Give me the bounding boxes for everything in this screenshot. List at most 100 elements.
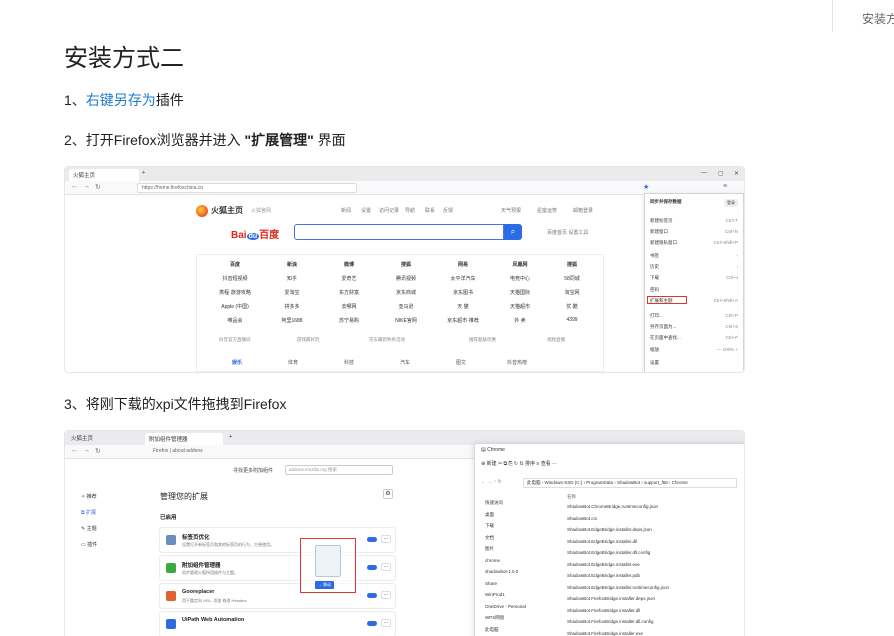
menu-item-label: 密码	[650, 287, 659, 292]
menu-item-shortcut: Ctrl+Shift+A	[713, 298, 738, 303]
sync-login-button: 登录	[724, 199, 738, 207]
news-category-tab: 科技	[343, 360, 354, 366]
tab-label: 火狐主页	[73, 173, 96, 179]
ff-nav-5: 反馈	[443, 208, 454, 214]
url-field-2: Firefox | about:addons	[153, 448, 203, 454]
extension-icon	[166, 563, 176, 573]
screenshot-addons-drag: 火狐主页 附加组件管理器 + ← → ↻ Firefox | about:add…	[64, 430, 745, 636]
step-1-prefix: 1、	[64, 92, 86, 108]
ff-nav-3: 导航	[405, 208, 416, 214]
ff-nav-4: 联系	[425, 208, 436, 214]
extension-name: 附加组件管理器	[182, 563, 221, 569]
site-link: 太平洋汽车	[450, 276, 476, 282]
utility-link: 推荐超级优惠	[469, 337, 496, 342]
explorer-tree-item: OneDrive - Personal	[485, 603, 526, 609]
menu-item-label: 新建标签页	[650, 218, 673, 223]
back-icon: ←	[71, 183, 78, 190]
site-link: 天猫国际	[509, 290, 530, 296]
url-bar: ← → ↻ https://home.firefoxchina.cn ★ ≡	[65, 181, 744, 195]
explorer-file-item: ShadowBot.EdgeBridge.installer.dll	[567, 538, 638, 544]
forward-icon-2: →	[83, 447, 90, 454]
enabled-label: 已启用	[160, 515, 177, 521]
tab-firefox-home-2: 火狐主页	[71, 436, 94, 442]
utility-link: 视频直播	[547, 337, 565, 342]
save-as-link[interactable]: 右键另存为	[86, 92, 156, 108]
explorer-file-item: ShadowBot.EdgeBridge.installer.deps.json	[567, 527, 652, 532]
minimize-icon: —	[701, 170, 707, 176]
tab-bar: 火狐主页 + — ▢ ✕	[65, 167, 744, 181]
baidu-logo-du: du	[246, 233, 260, 240]
firefox-app-menu: 同步并保存数据 登录 新建标签页 Ctrl+T 新建窗口 Ctrl+N 新建隐私窗口 Ct…	[644, 193, 744, 372]
gear-icon: ⚙	[383, 489, 393, 499]
explorer-nav-arrows: ← → ↑ ↻	[481, 479, 502, 485]
explorer-file-item: ShadowBot.FirefoxBridge.installer.dll.co…	[567, 619, 654, 624]
baidu-search-icon: ⌕	[504, 224, 522, 240]
maximize-icon: ▢	[718, 171, 724, 177]
firefox-home-title: 火狐主页	[211, 206, 243, 215]
extension-icon	[166, 591, 176, 601]
more-options-icon: ···	[381, 591, 391, 599]
close-icon: ✕	[734, 171, 740, 177]
more-options-icon: ···	[381, 535, 391, 543]
site-link: 新浪	[286, 262, 297, 268]
extension-name: 标签页优化	[182, 535, 210, 541]
site-link: 京东图书	[452, 290, 473, 296]
menu-item-label: 下载	[650, 275, 659, 280]
news-category-tab: 汽车	[399, 360, 410, 366]
menu-item-label: 缩放	[650, 347, 659, 352]
explorer-tree-item: shadowbot-1.0.0	[485, 569, 519, 574]
site-link: 4399	[566, 317, 578, 323]
site-link: 天猫超市	[509, 304, 530, 310]
menu-item-shortcut: Ctrl+Shift+P	[713, 240, 738, 245]
extension-name: Gooreplacer	[182, 589, 215, 595]
site-link: 搜狐	[400, 262, 411, 268]
menu-item-label: 打印...	[650, 313, 663, 318]
url-text: about:addons	[172, 448, 203, 454]
extension-description: 用于重定向 URL, 添加 修改 Headers	[182, 598, 247, 603]
site-link: 58同城	[564, 276, 580, 282]
ff-nav-2: 访问记录	[379, 208, 400, 214]
url-field: https://home.firefoxchina.cn	[137, 183, 357, 193]
step-1: 1、右键另存为插件	[64, 90, 184, 110]
baidu-right-links: 百度首页 设置工具	[547, 230, 589, 236]
sidebar-themes: ✎ 主题	[81, 526, 97, 532]
menu-item-shortcut: Ctrl+T	[725, 218, 738, 223]
extension-card: 标签页优化 设置打开新标签页和其他标签页的行为、方便使用。 ···	[159, 527, 396, 553]
new-tab-icon-2: +	[229, 434, 233, 440]
site-link: 唯品会	[227, 318, 243, 324]
toc-divider	[832, 0, 833, 32]
sidebar-plugins-label: 插件	[87, 542, 98, 548]
site-link: 凤凰网	[512, 262, 528, 268]
site-link: 知乎	[286, 276, 297, 282]
forward-icon: →	[83, 183, 90, 190]
ff-nav-right-1: 星座运势	[537, 208, 558, 214]
toc-label[interactable]: 安装方	[862, 10, 894, 27]
explorer-tree-item: 下载	[485, 523, 494, 528]
explorer-tree-item: Share	[485, 580, 498, 586]
explorer-file-item: ShadowBot.ChromeBridge.runtimeconfig.jso…	[567, 504, 659, 509]
site-link: 百度	[229, 262, 240, 268]
site-link: 东方财富	[338, 290, 359, 296]
step-1-suffix: 插件	[155, 92, 184, 108]
baidu-logo: Bai du 百度	[231, 226, 279, 241]
explorer-path: 此电脑 › Windows-SSD (C:) › ProgramData › S…	[523, 478, 737, 488]
extension-name: UiPath Web Automation	[182, 617, 245, 623]
explorer-title: ▤ Chrome	[481, 447, 505, 453]
site-link: 亚马逊	[398, 304, 414, 310]
site-link: 外 卖	[514, 318, 526, 324]
site-link: 拼多多	[284, 304, 300, 310]
site-link: 网易	[457, 262, 468, 268]
site-link: Apple (中国)	[221, 304, 249, 310]
site-link: 京东超市·推荐	[447, 318, 479, 324]
amo-search-label: 寻找更多附加组件	[233, 468, 274, 474]
explorer-file-item: ShadowBot.FirefoxBridge.installer.deps.j…	[567, 596, 656, 601]
site-link: 携程·旅游攻略	[219, 290, 251, 296]
menu-item-shortcut: Ctrl+P	[725, 313, 738, 318]
explorer-tree-item: 图片	[485, 546, 494, 551]
more-options-icon: ···	[381, 619, 391, 627]
explorer-tree-item: WinProd1	[485, 592, 505, 597]
explorer-tree-item: chrome	[485, 557, 501, 563]
sidebar-recommend: ✧ 推荐	[81, 494, 97, 500]
news-category-tab: 体育	[287, 360, 298, 366]
page-title: 安装方式二	[64, 45, 184, 72]
